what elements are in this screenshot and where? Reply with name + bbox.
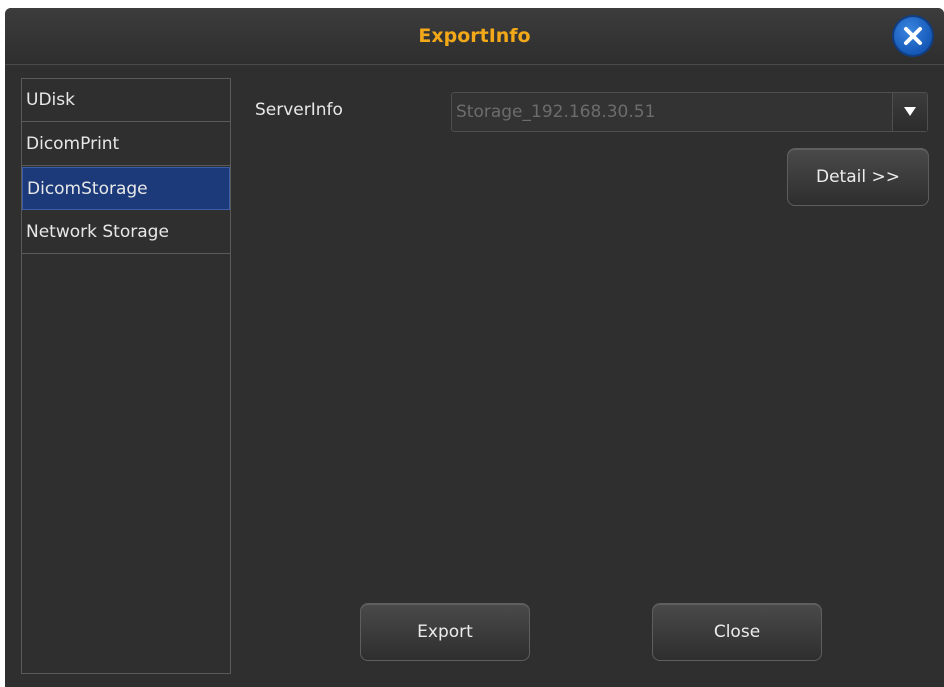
export-info-dialog: ExportInfo UDisk DicomPrint DicomStorage… (5, 8, 944, 687)
export-button[interactable]: Export (360, 603, 530, 661)
dialog-title: ExportInfo (418, 25, 531, 47)
sidebar-item-udisk[interactable]: UDisk (22, 79, 230, 122)
dropdown-button[interactable] (892, 93, 927, 131)
sidebar-item-dicomstorage[interactable]: DicomStorage (22, 167, 230, 210)
server-info-value: Storage_192.168.30.51 (456, 102, 656, 122)
detail-button[interactable]: Detail >> (787, 148, 929, 206)
close-x-glyph (904, 27, 922, 45)
server-info-label: ServerInfo (255, 100, 343, 120)
sidebar-item-label: DicomStorage (27, 179, 148, 199)
server-info-select[interactable]: Storage_192.168.30.51 (451, 92, 928, 132)
export-target-list: UDisk DicomPrint DicomStorage Network St… (21, 78, 231, 674)
close-x-icon[interactable] (894, 17, 932, 55)
close-button[interactable]: Close (652, 603, 822, 661)
sidebar-item-label: DicomPrint (26, 134, 120, 154)
sidebar-item-network-storage[interactable]: Network Storage (22, 211, 230, 254)
sidebar-item-dicomprint[interactable]: DicomPrint (22, 123, 230, 166)
sidebar-item-label: UDisk (26, 90, 75, 110)
sidebar-item-label: Network Storage (26, 222, 169, 242)
dropdown-arrow-icon (904, 107, 916, 116)
title-bar: ExportInfo (5, 8, 944, 65)
